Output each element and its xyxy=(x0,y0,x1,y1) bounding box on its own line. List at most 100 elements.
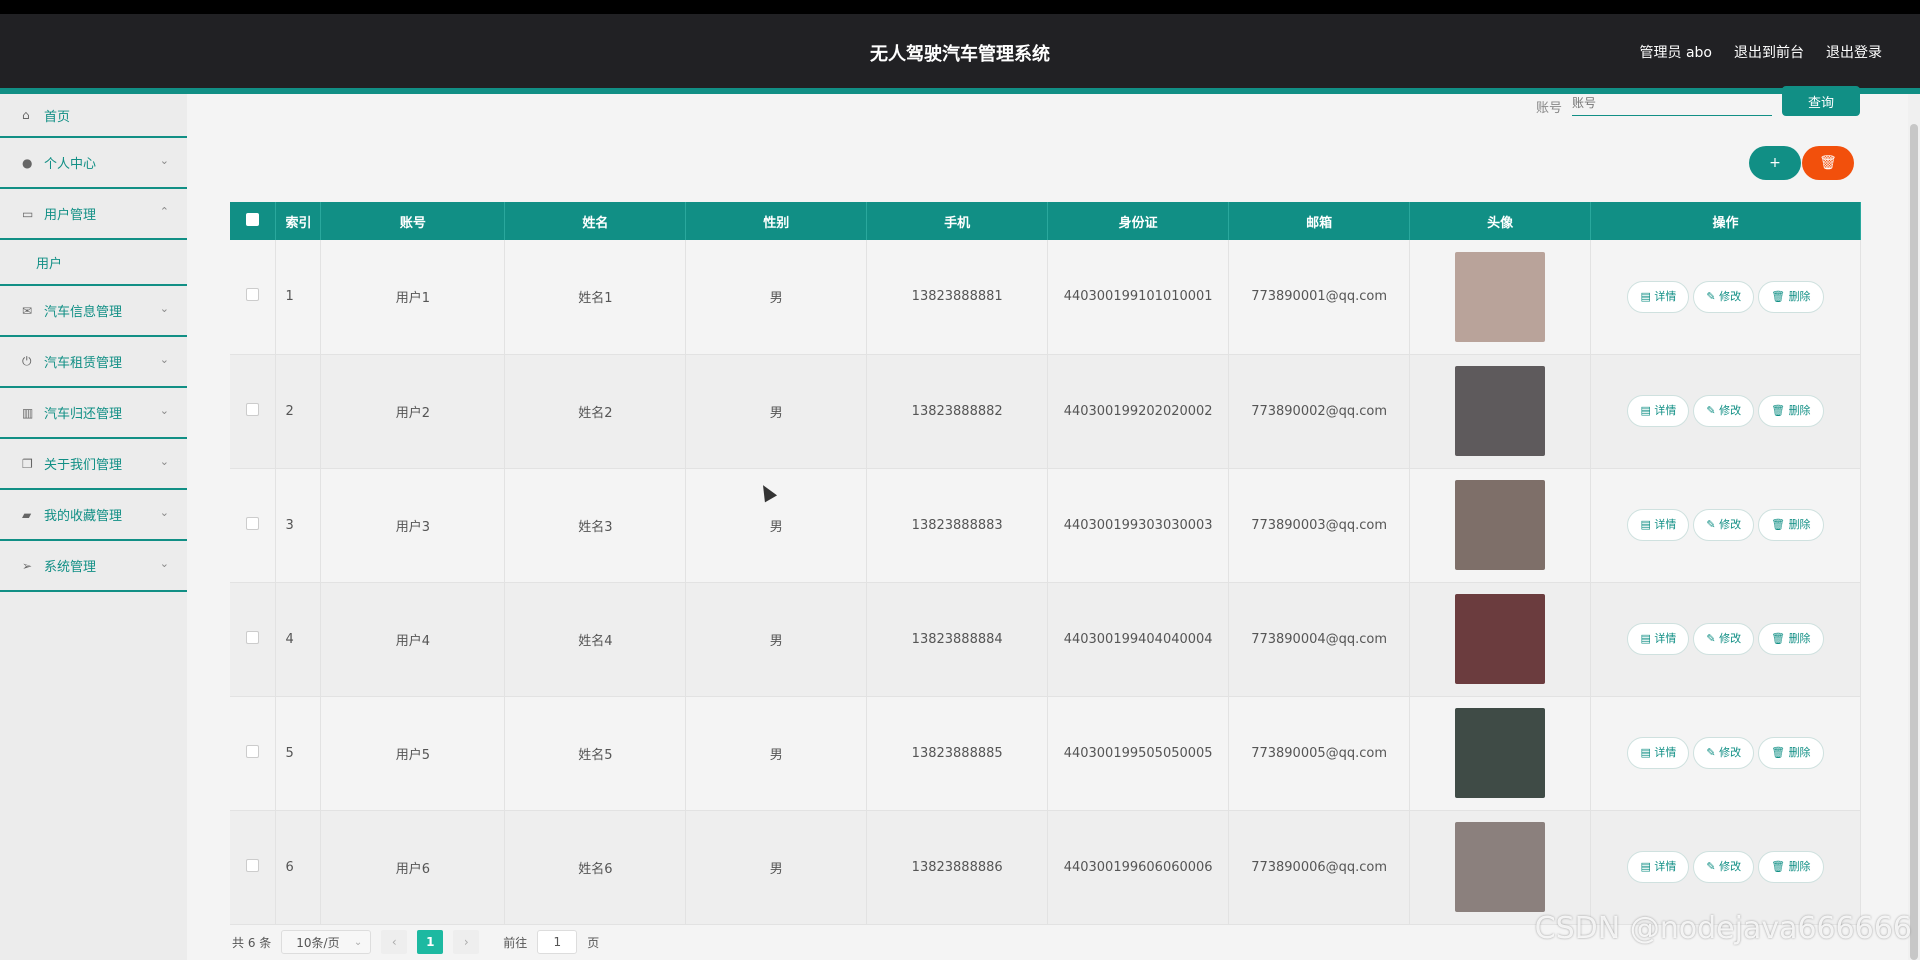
row-checkbox[interactable] xyxy=(246,744,260,758)
cell-gender: 男 xyxy=(685,354,868,469)
cell-name: 姓名1 xyxy=(504,240,687,355)
cell-account: 用户1 xyxy=(320,240,506,355)
row-select-cell xyxy=(230,240,277,355)
sidebar-subitem-users[interactable]: 用户 xyxy=(0,240,187,286)
avatar xyxy=(1455,708,1546,798)
goto-label: 前往 xyxy=(503,935,528,950)
detail-button[interactable]: ▤ 详情 xyxy=(1627,737,1690,769)
chevron-down-icon: ⌄ xyxy=(159,353,169,366)
cell-gender: 男 xyxy=(685,240,868,355)
main-content: 账号 查询 + 🗑 索引 账号 姓名 性别 手机 身份证 邮箱 头像 操作 xyxy=(210,86,1920,960)
table-row: 1 用户1 姓名1 男 13823888881 440300199101010001 773… xyxy=(230,240,1861,355)
delete-button[interactable]: 🗑 删除 xyxy=(1758,623,1824,655)
copy-icon: ❐ xyxy=(22,456,33,471)
next-page-button[interactable]: › xyxy=(453,930,480,954)
chevron-down-icon: ⌄ xyxy=(159,455,169,468)
page-size-select[interactable]: 10条/页 ⌄ xyxy=(281,930,372,954)
edit-button[interactable]: ✎ 修改 xyxy=(1693,395,1755,427)
row-checkbox[interactable] xyxy=(246,288,260,302)
cell-index: 1 xyxy=(275,240,322,355)
cell-email: 773890004@qq.com xyxy=(1228,582,1411,697)
edit-label: 修改 xyxy=(1719,746,1742,759)
current-page-button[interactable]: 1 xyxy=(417,930,444,954)
edit-button[interactable]: ✎ 修改 xyxy=(1693,851,1755,883)
detail-button[interactable]: ▤ 详情 xyxy=(1627,623,1690,655)
search-button-label: 查询 xyxy=(1807,95,1834,111)
cell-name: 姓名6 xyxy=(504,810,687,925)
sidebar-item-label: 汽车信息管理 xyxy=(44,305,123,320)
app-frame: 无人驾驶汽车管理系统 管理员 abo 退出到前台 退出登录 ⌂ 首页 ● 个人中… xyxy=(0,14,1920,960)
row-checkbox[interactable] xyxy=(246,516,260,530)
sidebar-item-user-management[interactable]: ▭ 用户管理 ⌃ xyxy=(0,189,187,240)
vertical-scrollbar[interactable] xyxy=(1908,94,1920,960)
sidebar-item-profile[interactable]: ● 个人中心 ⌄ xyxy=(0,138,187,189)
cell-index: 5 xyxy=(275,696,322,811)
edit-button[interactable]: ✎ 修改 xyxy=(1693,280,1755,313)
detail-button[interactable]: ▤ 详情 xyxy=(1627,280,1690,313)
sidebar-item-home[interactable]: ⌂ 首页 xyxy=(0,94,187,138)
edit-label: 修改 xyxy=(1719,404,1742,417)
delete-label: 删除 xyxy=(1788,860,1811,873)
col-account: 账号 xyxy=(320,202,506,240)
delete-button[interactable]: 🗑 删除 xyxy=(1758,851,1824,883)
delete-label: 删除 xyxy=(1788,518,1811,531)
scrollbar-thumb[interactable] xyxy=(1910,124,1918,960)
send-icon: ➢ xyxy=(22,558,33,573)
delete-button[interactable]: 🗑 删除 xyxy=(1758,280,1824,313)
col-name: 姓名 xyxy=(504,202,687,240)
row-checkbox[interactable] xyxy=(246,402,260,416)
select-all-checkbox[interactable] xyxy=(246,212,260,226)
detail-button[interactable]: ▤ 详情 xyxy=(1627,851,1690,883)
cell-index: 2 xyxy=(275,354,322,469)
delete-button[interactable]: 🗑 删除 xyxy=(1758,737,1824,769)
cell-email: 773890005@qq.com xyxy=(1228,696,1411,811)
edit-button[interactable]: ✎ 修改 xyxy=(1693,509,1755,541)
cell-index: 4 xyxy=(275,582,322,697)
detail-button[interactable]: ▤ 详情 xyxy=(1627,395,1690,427)
batch-delete-button[interactable]: 🗑 xyxy=(1802,146,1854,180)
search-button[interactable]: 查询 xyxy=(1782,86,1860,116)
mail-icon: ✉ xyxy=(22,303,33,318)
chevron-down-icon: ⌄ xyxy=(159,154,169,167)
edit-label: 修改 xyxy=(1719,632,1742,645)
cell-gender: 男 xyxy=(685,582,868,697)
table-row: 3 用户3 姓名3 男 13823888883 440300199303030003 773… xyxy=(230,468,1861,583)
logout-link[interactable]: 退出登录 xyxy=(1826,42,1882,62)
avatar xyxy=(1455,480,1546,570)
sidebar-item-favorites[interactable]: ▰ 我的收藏管理 ⌄ xyxy=(0,490,187,541)
col-index: 索引 xyxy=(275,202,322,240)
user-icon: ● xyxy=(22,155,33,170)
cell-account: 用户2 xyxy=(320,354,506,469)
delete-button[interactable]: 🗑 删除 xyxy=(1758,509,1824,541)
row-checkbox[interactable] xyxy=(246,630,260,644)
sidebar-item-about[interactable]: ❐ 关于我们管理 ⌄ xyxy=(0,439,187,490)
cell-id-card: 440300199404040004 xyxy=(1047,582,1230,697)
prev-page-button[interactable]: ‹ xyxy=(381,930,408,954)
detail-button[interactable]: ▤ 详情 xyxy=(1627,509,1690,541)
cell-phone: 13823888885 xyxy=(866,696,1049,811)
top-header: 无人驾驶汽车管理系统 管理员 abo 退出到前台 退出登录 xyxy=(0,14,1920,94)
add-button[interactable]: + xyxy=(1749,146,1801,180)
delete-label: 删除 xyxy=(1788,632,1811,645)
cell-id-card: 440300199101010001 xyxy=(1047,240,1230,355)
total-count: 共 6 条 xyxy=(232,935,272,950)
sidebar-item-car-rental[interactable]: ⏻ 汽车租赁管理 ⌄ xyxy=(0,337,187,388)
users-table: 索引 账号 姓名 性别 手机 身份证 邮箱 头像 操作 1 用户1 姓名1 男 1382… xyxy=(230,202,1861,925)
delete-button[interactable]: 🗑 删除 xyxy=(1758,395,1824,427)
home-icon: ⌂ xyxy=(22,108,30,122)
sidebar-item-label: 汽车租赁管理 xyxy=(44,356,123,371)
exit-to-front-link[interactable]: 退出到前台 xyxy=(1734,42,1804,62)
search-input[interactable] xyxy=(1572,90,1772,116)
edit-button[interactable]: ✎ 修改 xyxy=(1693,623,1755,655)
header-actions: 管理员 abo 退出到前台 退出登录 xyxy=(1640,42,1882,62)
ticket-icon: ▰ xyxy=(22,507,32,522)
sidebar-item-system[interactable]: ➢ 系统管理 ⌄ xyxy=(0,541,187,592)
sidebar-item-car-info[interactable]: ✉ 汽车信息管理 ⌄ xyxy=(0,286,187,337)
row-select-cell xyxy=(230,696,277,811)
edit-button[interactable]: ✎ 修改 xyxy=(1693,737,1755,769)
row-select-cell xyxy=(230,810,277,925)
goto-page-input[interactable]: 1 xyxy=(537,930,578,954)
sidebar-item-car-return[interactable]: ▥ 汽车归还管理 ⌄ xyxy=(0,388,187,439)
cell-name: 姓名2 xyxy=(504,354,687,469)
row-checkbox[interactable] xyxy=(246,858,260,872)
